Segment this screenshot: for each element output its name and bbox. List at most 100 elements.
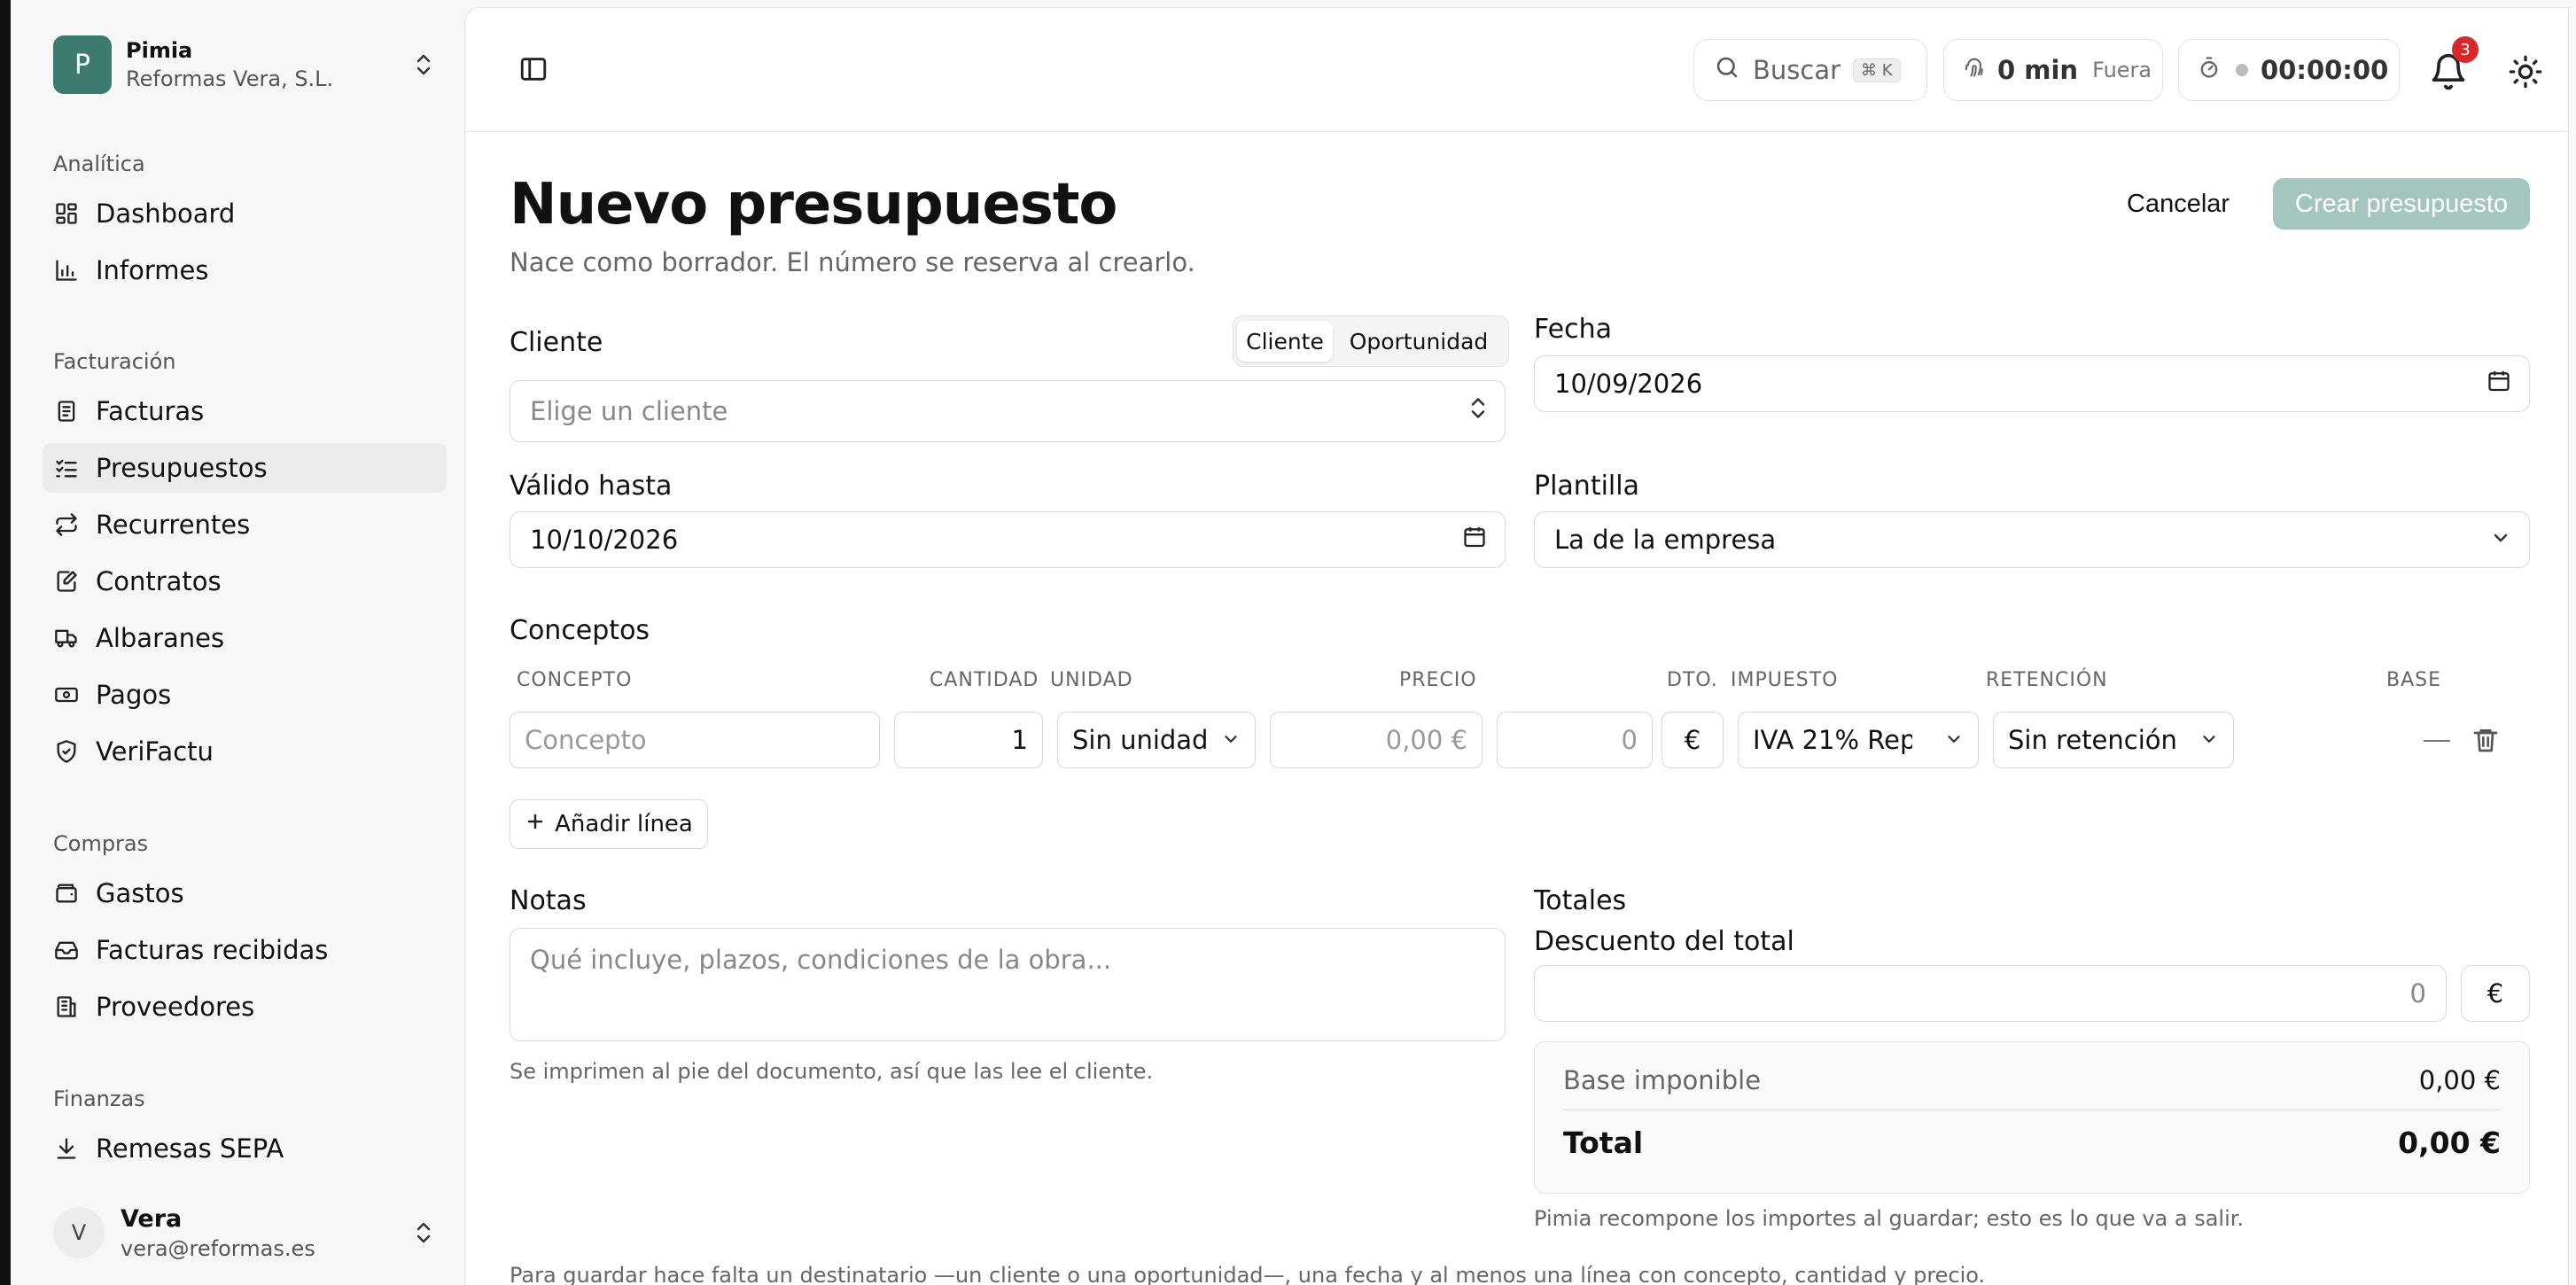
sidebar-item-remesas-sepa[interactable]: Remesas SEPA [43, 1124, 447, 1173]
inbox-icon [53, 937, 80, 963]
totals-label: Totales [1534, 885, 1627, 916]
client-label: Cliente [510, 327, 603, 358]
sidebar-item-verifactu[interactable]: VeriFactu [43, 727, 447, 776]
contract-icon [53, 568, 80, 595]
calendar-icon[interactable] [1462, 525, 1487, 556]
nav-group-facturacion: Facturación Facturas Presupuestos Recurr… [43, 344, 447, 776]
lines-section-label: Conceptos [510, 615, 650, 646]
template-value: La de la empresa [1554, 525, 1777, 555]
sidebar-item-contratos[interactable]: Contratos [43, 557, 447, 606]
nav-group-analitica: Analítica Dashboard Informes [43, 146, 447, 295]
chevron-updown-icon [1469, 395, 1487, 428]
create-quote-button[interactable]: Crear presupuesto [2273, 178, 2530, 230]
date-field[interactable]: 10/09/2026 [1534, 355, 2530, 412]
chevron-updown-icon [413, 51, 434, 79]
presence-status: Fuera [2092, 58, 2152, 82]
search-label: Buscar [1753, 55, 1841, 85]
concept-input[interactable]: Concepto [510, 712, 880, 768]
sidebar-item-informes[interactable]: Informes [43, 245, 447, 295]
total-value: 0,00 € [2398, 1125, 2501, 1160]
sidebar-item-proveedores[interactable]: Proveedores [43, 982, 447, 1032]
date-value: 10/09/2026 [1554, 369, 1703, 399]
page-title: Nuevo presupuesto [510, 172, 1117, 238]
dashboard-icon [53, 200, 80, 227]
chevron-down-icon [1221, 725, 1241, 755]
sidebar-item-presupuestos[interactable]: Presupuestos [43, 443, 447, 493]
user-menu[interactable]: V Vera vera@reformas.es [53, 1196, 434, 1269]
sidebar-item-label: Facturas recibidas [96, 935, 329, 965]
discount-input[interactable]: 0 [1497, 712, 1653, 768]
nav-heading: Finanzas [53, 1086, 145, 1111]
sidebar-item-facturas[interactable]: Facturas [43, 386, 447, 436]
date-label: Fecha [1534, 314, 1612, 345]
sidebar-item-label: Informes [96, 255, 209, 285]
nav-heading: Analítica [53, 152, 145, 176]
sidebar-item-albaranes[interactable]: Albaranes [43, 613, 447, 663]
discount-type-button[interactable]: € [1662, 712, 1724, 768]
sidebar-item-label: Albaranes [96, 623, 225, 653]
totals-summary: Base imponible 0,00 € Total 0,00 € [1534, 1041, 2530, 1194]
tax-select[interactable]: IVA 21% Repercutido [1738, 712, 1979, 768]
total-discount-input[interactable]: 0 [1534, 965, 2447, 1022]
valid-until-label: Válido hasta [510, 471, 673, 502]
toggle-cliente[interactable]: Cliente [1237, 321, 1333, 362]
calendar-icon[interactable] [2487, 369, 2511, 400]
col-retencion: RETENCIÓN [1986, 669, 2108, 691]
nav-heading: Compras [53, 831, 149, 856]
sidebar-item-label: Proveedores [96, 992, 255, 1022]
total-discount-type-button[interactable]: € [2461, 965, 2530, 1022]
col-impuesto: IMPUESTO [1731, 669, 1839, 691]
base-label: Base imponible [1563, 1065, 1762, 1095]
sidebar-item-label: Remesas SEPA [96, 1133, 284, 1164]
notes-label: Notas [510, 885, 587, 916]
sidebar-item-label: Gastos [96, 878, 184, 908]
search-icon [1714, 54, 1740, 87]
col-concepto: CONCEPTO [517, 669, 633, 691]
sidebar-item-label: Presupuestos [96, 453, 268, 483]
org-switcher[interactable]: P Pimia Reformas Vera, S.L. [53, 35, 434, 94]
sidebar-item-recurrentes[interactable]: Recurrentes [43, 500, 447, 549]
template-label: Plantilla [1534, 471, 1639, 502]
main-panel: Buscar ⌘ K 0 min Fuera 00:00:00 3 Nuevo … [464, 7, 2569, 1285]
presence-button[interactable]: 0 min Fuera [1943, 39, 2163, 101]
org-avatar: P [53, 35, 112, 94]
sidebar-item-dashboard[interactable]: Dashboard [43, 189, 447, 238]
sidebar-toggle-icon[interactable] [518, 54, 549, 84]
add-line-button[interactable]: Añadir línea [510, 799, 708, 849]
timer-button[interactable]: 00:00:00 [2178, 39, 2400, 101]
sidebar-item-label: VeriFactu [96, 736, 214, 767]
shield-check-icon [53, 738, 80, 765]
notes-textarea[interactable]: Qué incluye, plazos, condiciones de la o… [510, 928, 1506, 1041]
truck-icon [53, 625, 80, 651]
sidebar-item-label: Recurrentes [96, 510, 251, 540]
col-base: BASE [2386, 669, 2442, 691]
client-placeholder: Elige un cliente [530, 396, 728, 426]
add-line-label: Añadir línea [555, 811, 693, 837]
trash-icon[interactable] [2471, 724, 2500, 756]
timer-status-dot [2236, 64, 2248, 76]
quantity-input[interactable]: 1 [894, 712, 1043, 768]
window-edge [0, 0, 11, 1285]
valid-until-field[interactable]: 10/10/2026 [510, 511, 1506, 568]
fingerprint-icon [1962, 55, 1987, 86]
toggle-oportunidad[interactable]: Oportunidad [1333, 321, 1505, 362]
sun-icon[interactable] [2508, 54, 2543, 90]
cancel-button[interactable]: Cancelar [2109, 178, 2247, 230]
price-input[interactable]: 0,00 € [1270, 712, 1483, 768]
unit-select[interactable]: Sin unidad [1057, 712, 1256, 768]
sidebar-item-pagos[interactable]: Pagos [43, 670, 447, 720]
sidebar-item-label: Contratos [96, 566, 222, 596]
sidebar-item-facturas-recibidas[interactable]: Facturas recibidas [43, 925, 447, 975]
document-icon [53, 398, 80, 424]
search-button[interactable]: Buscar ⌘ K [1693, 39, 1927, 101]
retention-value: Sin retención [2008, 725, 2177, 755]
banknote-icon [53, 681, 80, 708]
nav-group-compras: Compras Gastos Facturas recibidas Provee… [43, 826, 447, 1032]
retention-select[interactable]: Sin retención [1993, 712, 2234, 768]
org-name: Pimia [126, 38, 193, 63]
timer-value: 00:00:00 [2261, 55, 2389, 85]
sidebar-item-label: Facturas [96, 396, 205, 426]
sidebar-item-gastos[interactable]: Gastos [43, 868, 447, 918]
client-select[interactable]: Elige un cliente [510, 380, 1506, 442]
template-select[interactable]: La de la empresa [1534, 511, 2530, 568]
